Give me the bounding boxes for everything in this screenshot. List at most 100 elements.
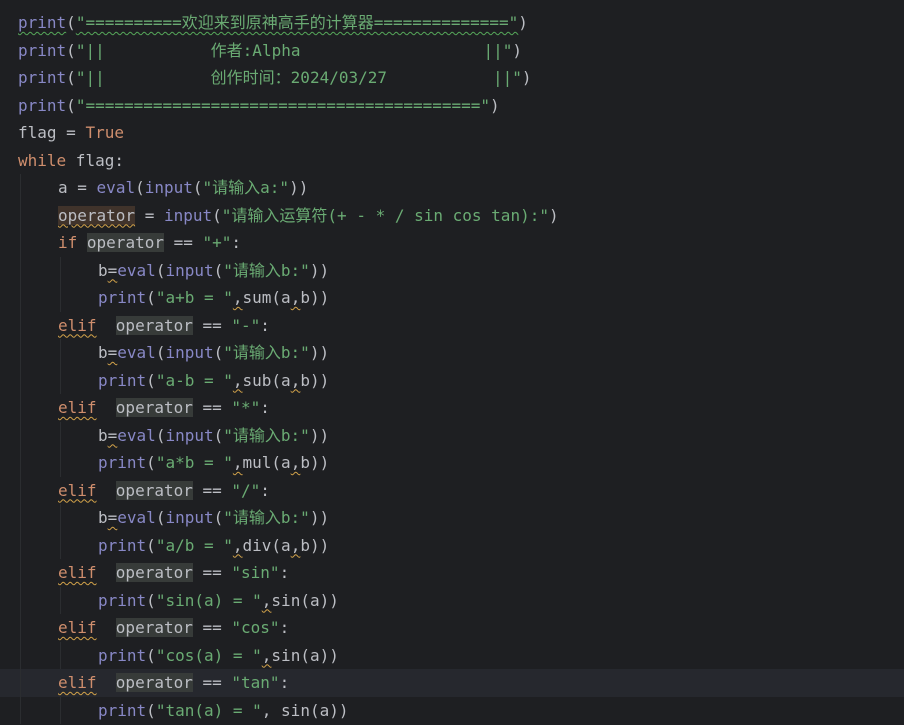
code-text: elif operator == "*": <box>58 394 270 422</box>
code-line[interactable]: b=eval(input("请输入b:")) <box>0 256 904 284</box>
indent-guide <box>60 449 61 477</box>
code-token: operator <box>115 673 193 692</box>
code-line[interactable]: b=eval(input("请输入b:")) <box>0 339 904 367</box>
code-line[interactable]: elif operator == "cos": <box>0 614 904 642</box>
code-token: operator <box>115 618 193 637</box>
code-line[interactable]: print("cos(a) = ",sin(a)) <box>0 641 904 669</box>
code-token: b)) <box>300 288 330 307</box>
code-text: print("=================================… <box>18 92 500 120</box>
code-token: "|| 创作时间：2024/03/27 ||" <box>75 68 522 87</box>
code-token: "sin" <box>231 563 280 582</box>
code-token: ) <box>548 205 559 225</box>
code-line[interactable]: while flag: <box>0 147 904 175</box>
code-token: if <box>58 233 78 252</box>
code-line[interactable]: print("==========欢迎来到原神高手的计算器===========… <box>0 9 904 37</box>
indent-guide <box>60 284 61 312</box>
indent-guide <box>20 174 21 202</box>
code-token: ( <box>66 40 76 60</box>
code-token: "a+b = " <box>155 288 233 307</box>
code-token: ) <box>518 13 528 32</box>
code-token: while <box>18 150 67 170</box>
code-token: , <box>232 288 243 307</box>
code-token: ( <box>213 343 224 362</box>
code-text: elif operator == "-": <box>58 312 270 340</box>
indent-guide <box>20 669 21 697</box>
code-line[interactable]: b=eval(input("请输入b:")) <box>0 504 904 532</box>
code-token: b)) <box>300 370 330 390</box>
code-token: ( <box>212 205 222 225</box>
indent-guide <box>20 256 21 284</box>
indent-guide <box>60 586 61 614</box>
code-token: )) <box>309 508 330 527</box>
indent-guide <box>60 641 61 669</box>
code-token: div(a <box>242 535 291 555</box>
code-token: eval <box>117 260 156 280</box>
code-token: == <box>192 618 232 637</box>
code-token: b)) <box>300 535 330 555</box>
code-line[interactable]: print("|| 作者:Alpha ||") <box>0 37 904 65</box>
code-line[interactable]: a = eval(input("请输入a:")) <box>0 174 904 202</box>
code-line[interactable]: operator = input("请输入运算符(+ - * / sin cos… <box>0 201 904 230</box>
code-token: "请输入b:" <box>223 343 310 362</box>
code-token: sin(a)) <box>281 700 349 720</box>
code-line[interactable]: print("a*b = ",mul(a,b)) <box>0 449 904 477</box>
code-token: b <box>98 425 108 445</box>
code-token: operator <box>115 315 193 335</box>
code-line[interactable]: print("|| 创作时间：2024/03/27 ||") <box>0 64 904 92</box>
code-text: print("tan(a) = ", sin(a)) <box>98 697 348 725</box>
code-line[interactable]: print("=================================… <box>0 92 904 120</box>
code-token: "a/b = " <box>155 535 233 555</box>
code-line[interactable]: print("tan(a) = ", sin(a)) <box>0 696 904 725</box>
code-token: input <box>165 260 214 280</box>
code-line[interactable]: elif operator == "tan": <box>0 669 904 697</box>
code-token: flag <box>18 123 57 142</box>
code-token: b)) <box>300 453 330 472</box>
code-token: "cos" <box>231 618 280 637</box>
code-token: , <box>261 700 282 720</box>
code-text: b=eval(input("请输入b:")) <box>98 422 329 450</box>
code-token: "a*b = " <box>155 453 233 472</box>
code-token: "请输入b:" <box>223 260 310 280</box>
code-token: "请输入a:" <box>202 178 290 197</box>
code-line[interactable]: elif operator == "/": <box>0 476 904 504</box>
code-token: ( <box>155 343 166 362</box>
code-token: , <box>290 288 301 307</box>
indent-guide <box>20 476 21 504</box>
code-line[interactable]: if operator == "+": <box>0 229 904 257</box>
code-token: ( <box>213 508 224 527</box>
code-token: operator <box>115 480 193 500</box>
code-token: print <box>18 40 67 60</box>
indent-guide <box>20 586 21 614</box>
code-line[interactable]: elif operator == "sin": <box>0 559 904 587</box>
code-line[interactable]: elif operator == "-": <box>0 311 904 340</box>
indent-guide <box>20 531 21 559</box>
code-token: ( <box>146 288 156 307</box>
code-token: sin(a)) <box>271 645 339 665</box>
code-text: print("|| 创作时间：2024/03/27 ||") <box>18 64 532 92</box>
code-line[interactable]: print("a+b = ",sum(a,b)) <box>0 284 904 312</box>
code-token: = <box>107 508 118 527</box>
code-line[interactable]: elif operator == "*": <box>0 394 904 422</box>
code-token: ( <box>146 535 156 555</box>
code-token: mul(a <box>242 453 291 472</box>
code-line[interactable]: print("a/b = ",div(a,b)) <box>0 531 904 559</box>
code-line[interactable]: print("sin(a) = ",sin(a)) <box>0 586 904 614</box>
code-token: , <box>261 645 272 665</box>
code-token: = <box>107 260 118 280</box>
indent-guide <box>60 256 61 284</box>
code-line[interactable]: flag = True <box>0 119 904 147</box>
code-token: : <box>279 618 290 637</box>
code-token: )) <box>309 260 330 280</box>
code-line[interactable]: b=eval(input("请输入b:")) <box>0 421 904 450</box>
code-editor[interactable]: print("==========欢迎来到原神高手的计算器===========… <box>0 0 904 725</box>
code-token: input <box>144 178 193 197</box>
code-token: ( <box>146 700 156 720</box>
code-token: input <box>165 425 214 445</box>
code-token: , <box>232 535 243 555</box>
code-line[interactable]: print("a-b = ",sub(a,b)) <box>0 366 904 394</box>
code-text: b=eval(input("请输入b:")) <box>98 504 329 532</box>
code-text: if operator == "+": <box>58 229 241 257</box>
code-text: operator = input("请输入运算符(+ - * / sin cos… <box>58 202 559 230</box>
